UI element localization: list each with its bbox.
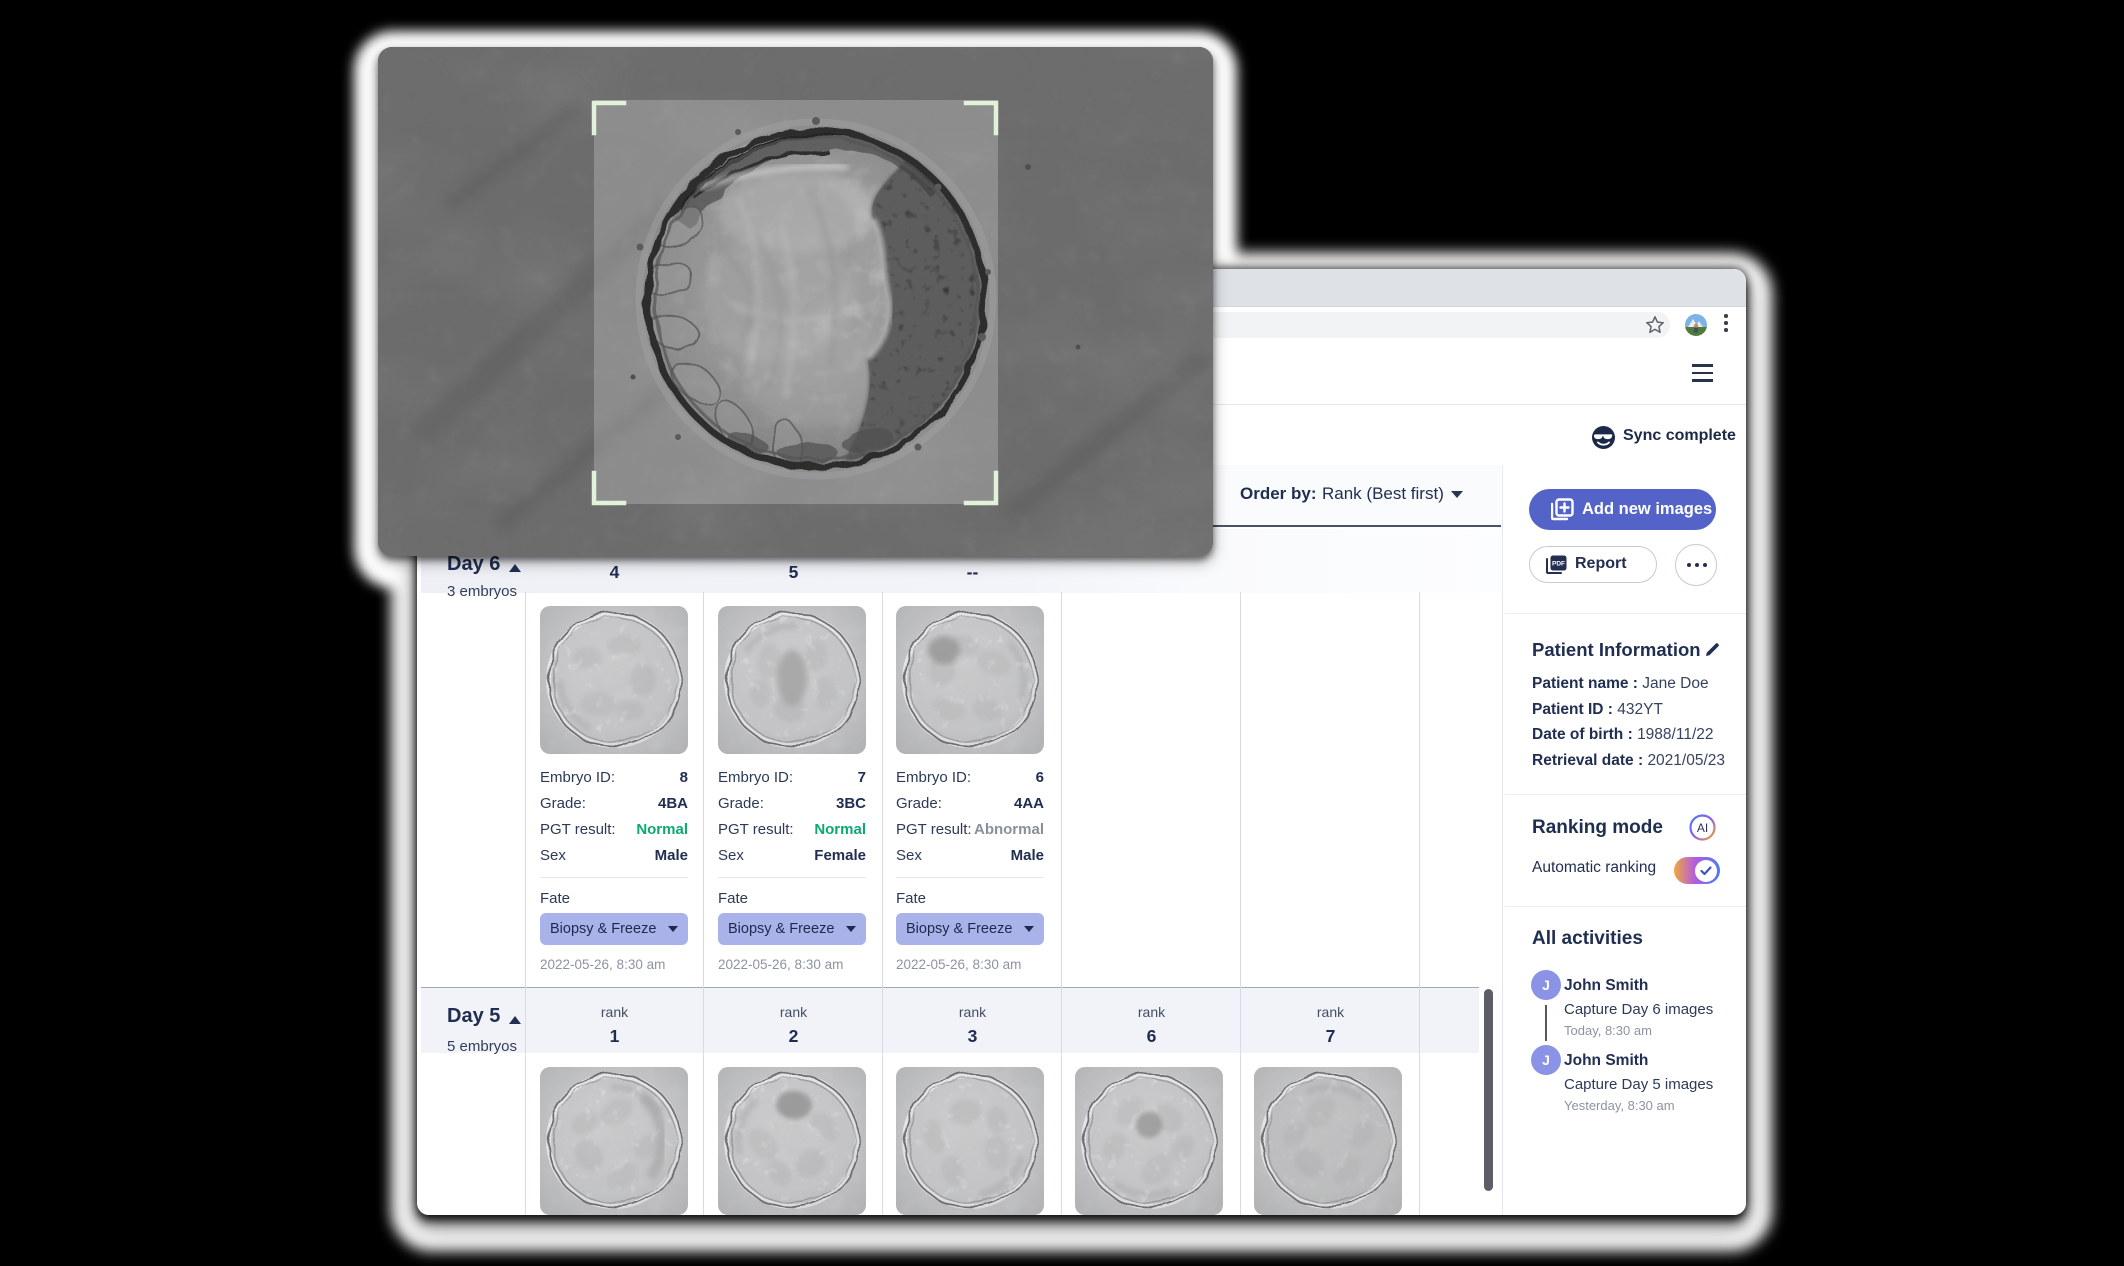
svg-text:PDF: PDF xyxy=(1552,561,1565,568)
svg-text:AI: AI xyxy=(1697,821,1708,835)
